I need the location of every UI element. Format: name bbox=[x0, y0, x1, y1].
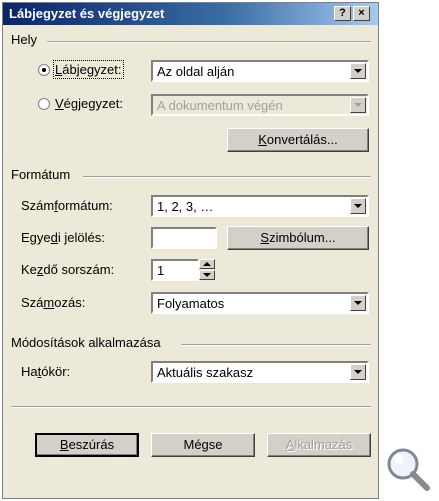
window-title: Lábjegyzet és végjegyzet bbox=[9, 6, 165, 21]
insert-button[interactable]: Beszúrás bbox=[35, 433, 139, 457]
start-at-label: Kezdő sorszám: bbox=[21, 262, 115, 277]
start-at-value: 1 bbox=[157, 263, 165, 278]
start-at-spinner[interactable] bbox=[199, 259, 215, 281]
numbering-select[interactable]: Folyamatos bbox=[151, 292, 369, 314]
number-format-select[interactable]: 1, 2, 3, … bbox=[151, 195, 369, 217]
scope-label: Hatókör: bbox=[21, 364, 71, 379]
footnote-radio[interactable] bbox=[38, 64, 50, 76]
footnote-position-value: Az oldal alján bbox=[157, 64, 235, 79]
title-bar[interactable]: Lábjegyzet és végjegyzet ? × bbox=[3, 3, 378, 25]
footnote-position-select[interactable]: Az oldal alján bbox=[151, 60, 369, 82]
apply-group-divider bbox=[181, 344, 371, 346]
endnote-radio[interactable] bbox=[38, 98, 50, 110]
location-group-divider bbox=[47, 41, 371, 43]
numbering-label: Számozás: bbox=[21, 295, 86, 310]
endnote-position-value: A dokumentum végén bbox=[157, 98, 283, 113]
apply-button[interactable]: Alkalmazás bbox=[267, 433, 371, 457]
scope-select[interactable]: Aktuális szakasz bbox=[151, 361, 369, 383]
convert-button[interactable]: Konvertálás... bbox=[227, 128, 369, 152]
start-at-input[interactable]: 1 bbox=[151, 259, 199, 281]
spin-down-icon[interactable] bbox=[199, 270, 215, 280]
endnote-radio-label[interactable]: Végjegyzet: bbox=[55, 96, 123, 111]
custom-mark-label: Egyedi jelölés: bbox=[21, 230, 105, 245]
chevron-down-icon[interactable] bbox=[350, 364, 366, 380]
close-button[interactable]: × bbox=[353, 6, 370, 21]
chevron-down-icon[interactable] bbox=[350, 295, 366, 311]
cancel-button[interactable]: Mégse bbox=[151, 433, 255, 457]
chevron-down-icon[interactable] bbox=[350, 63, 366, 79]
chevron-down-icon[interactable] bbox=[350, 97, 366, 113]
spin-up-icon[interactable] bbox=[199, 259, 215, 269]
chevron-down-icon[interactable] bbox=[350, 198, 366, 214]
magnifier-icon[interactable] bbox=[383, 444, 433, 494]
format-group-divider bbox=[83, 176, 371, 178]
number-format-label: Számformátum: bbox=[21, 198, 113, 213]
help-button[interactable]: ? bbox=[334, 6, 351, 21]
footnote-endnote-dialog: Lábjegyzet és végjegyzet ? × Hely Lábjeg… bbox=[2, 2, 379, 499]
custom-mark-input[interactable] bbox=[151, 227, 217, 249]
endnote-position-select[interactable]: A dokumentum végén bbox=[151, 94, 369, 116]
location-group-heading: Hely bbox=[11, 32, 38, 47]
number-format-value: 1, 2, 3, … bbox=[157, 199, 214, 214]
scope-value: Aktuális szakasz bbox=[157, 365, 254, 380]
symbol-button[interactable]: Szimbólum... bbox=[227, 226, 369, 250]
footnote-radio-label[interactable]: Lábjegyzet: bbox=[53, 60, 124, 79]
footer-divider bbox=[11, 406, 371, 408]
format-group-heading: Formátum bbox=[11, 167, 71, 182]
apply-group-heading: Módosítások alkalmazása bbox=[11, 335, 161, 350]
numbering-value: Folyamatos bbox=[157, 296, 225, 311]
